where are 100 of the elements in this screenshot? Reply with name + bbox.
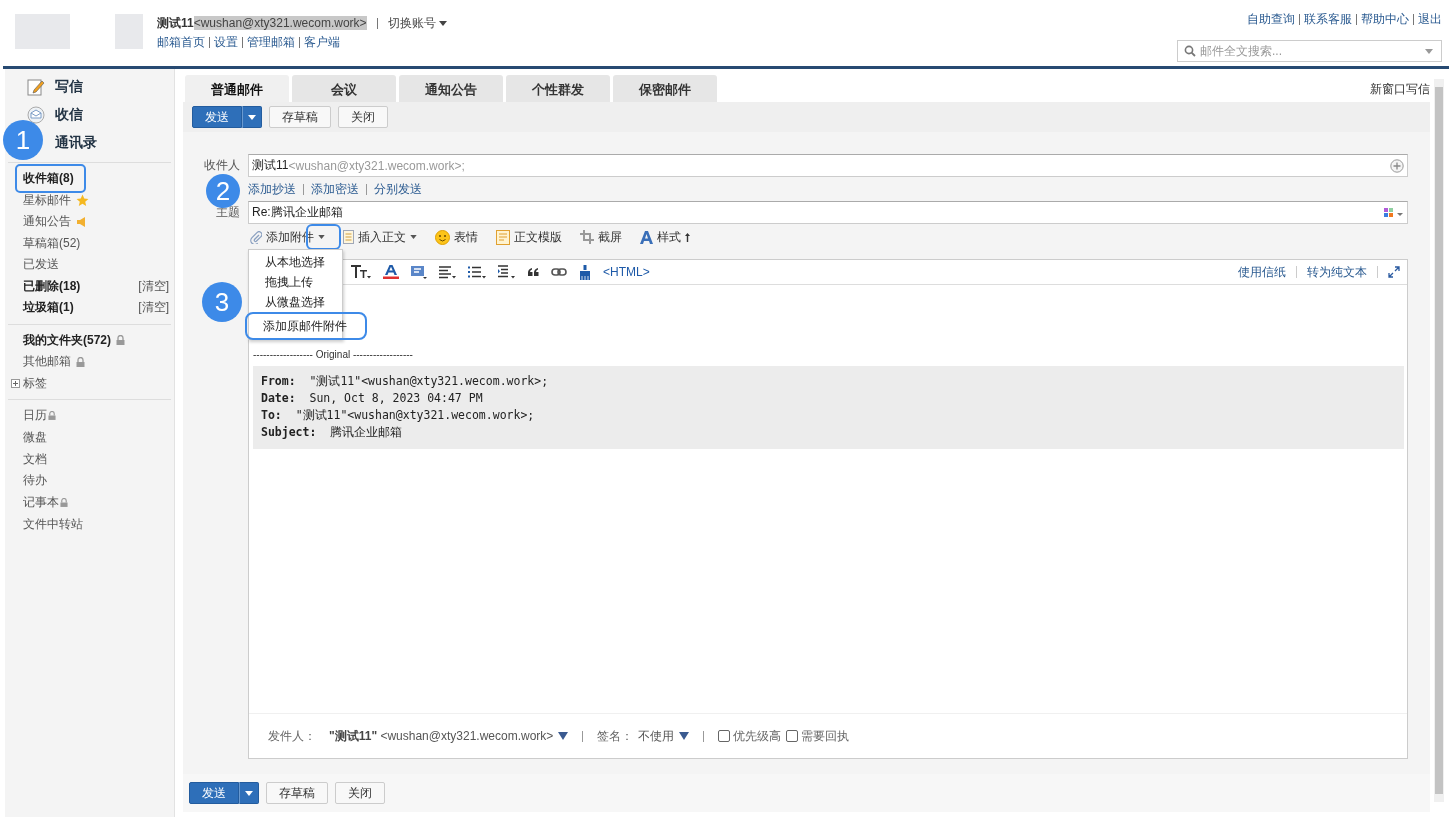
send-button[interactable]: 发送 (189, 782, 239, 804)
lock-icon (76, 356, 85, 367)
quote-icon[interactable] (528, 268, 539, 276)
folder-item[interactable]: 通知公告 (23, 213, 71, 231)
app-item[interactable]: 日历 (23, 407, 47, 425)
sidebar-action[interactable]: 通讯录 (55, 134, 97, 152)
arrow-up-icon (685, 232, 690, 242)
save-draft-button[interactable]: 存草稿 (269, 106, 331, 128)
nav-link[interactable]: 设置 (214, 34, 238, 51)
color-grid-icon[interactable] (1384, 207, 1404, 218)
paperclip-icon (250, 230, 262, 244)
tab[interactable]: 通知公告 (399, 75, 503, 102)
quoted-line: To: "测试11"<wushan@xty321.wecom.work>; (261, 407, 536, 424)
folder-item[interactable]: 已发送 (23, 256, 59, 274)
lock-icon (48, 411, 56, 421)
html-toggle[interactable]: <HTML> (603, 265, 650, 279)
highlight-icon[interactable] (411, 265, 427, 279)
subject-field[interactable]: Re:腾讯企业邮箱 (248, 201, 1408, 224)
switch-account-link[interactable]: 切换账号 (387, 14, 447, 32)
folder-item[interactable]: 收件箱(8) (23, 170, 74, 188)
editor-link[interactable]: 转为纯文本 (1307, 263, 1367, 281)
scrollbar[interactable] (1434, 79, 1444, 802)
menu-item[interactable]: 从本地选择 (249, 252, 342, 272)
insert-tool[interactable]: 截屏 (580, 228, 622, 246)
sidebar-action[interactable]: 写信 (55, 78, 83, 96)
font-color-icon[interactable] (383, 265, 399, 279)
app-item[interactable]: 文档 (23, 450, 47, 468)
original-divider: ------------------ Original ------------------ (253, 349, 414, 360)
new-window-link[interactable]: 新窗口写信 (1370, 81, 1430, 98)
insert-tool[interactable]: 插入正文 (343, 228, 406, 246)
cc-link[interactable]: 添加抄送 (248, 181, 296, 198)
clear-link[interactable]: [清空] (138, 277, 169, 295)
caret-icon (679, 732, 690, 740)
folder-item[interactable]: 我的文件夹(572) (23, 331, 111, 349)
insert-tool[interactable]: 正文模版 (496, 228, 562, 246)
folder-item[interactable]: 已删除(18) (23, 277, 81, 295)
lock-icon (60, 498, 68, 508)
caret-icon (248, 114, 256, 120)
top-link[interactable]: 帮助中心 (1361, 11, 1409, 28)
expand-icon[interactable] (11, 378, 20, 388)
close-button[interactable]: 关闭 (338, 106, 388, 128)
send-options-button[interactable] (242, 106, 262, 128)
top-link[interactable]: 联系客服 (1304, 11, 1352, 28)
user-email: <wushan@xty321.wecom.work> (193, 16, 367, 30)
bullet-list-icon[interactable] (468, 265, 486, 279)
menu-item[interactable]: 从微盘选择 (249, 292, 342, 312)
tab[interactable]: 会议 (292, 75, 396, 102)
caret-icon (438, 20, 447, 26)
recipient-field[interactable]: 测试11<wushan@xty321.wecom.work>; (248, 154, 1408, 177)
sidebar-action[interactable]: 收信 (55, 106, 83, 124)
tab[interactable]: 保密邮件 (613, 75, 717, 102)
app-item[interactable]: 待办 (23, 472, 47, 490)
cc-link[interactable]: 分别发送 (374, 181, 422, 198)
nav-link[interactable]: 邮箱首页 (157, 34, 205, 51)
text-size-icon[interactable] (351, 265, 371, 279)
nav-link[interactable]: 管理邮箱 (247, 34, 295, 51)
save-draft-button[interactable]: 存草稿 (266, 782, 328, 804)
app-item[interactable]: 记事本 (23, 494, 59, 512)
menu-item[interactable]: 拖拽上传 (249, 272, 342, 292)
search-field[interactable]: 邮件全文搜索... (1177, 40, 1442, 62)
checkbox[interactable] (718, 730, 731, 742)
app-item[interactable]: 文件中转站 (23, 515, 83, 533)
field-label: 收件人 (203, 157, 241, 174)
expand-icon[interactable] (1388, 266, 1400, 278)
insert-tool[interactable]: 表情 (435, 228, 478, 246)
brush-icon[interactable] (579, 264, 591, 280)
tab[interactable]: 普通邮件 (185, 75, 289, 102)
lock-icon (116, 335, 125, 346)
folder-item[interactable]: 垃圾箱(1) (23, 299, 74, 317)
checkbox-label: 优先级高 (733, 727, 782, 745)
quoted-line: Subject: 腾讯企业邮箱 (261, 424, 404, 441)
checkbox[interactable] (786, 730, 799, 742)
app-item[interactable]: 微盘 (23, 429, 47, 447)
sender-select[interactable]: "测试11" <wushan@xty321.wecom.work> (329, 727, 554, 745)
link-icon[interactable] (551, 268, 567, 276)
send-options-button[interactable] (239, 782, 259, 804)
template-icon (496, 229, 510, 245)
folder-item[interactable]: 其他邮箱 (23, 353, 71, 371)
caret-icon[interactable] (318, 235, 325, 239)
cc-link[interactable]: 添加密送 (311, 181, 359, 198)
insert-tool[interactable]: 样式 (640, 228, 690, 246)
top-link[interactable]: 自助查询 (1247, 11, 1295, 28)
signature-select[interactable]: 不使用 (638, 727, 675, 745)
tab[interactable]: 个性群发 (506, 75, 610, 102)
clear-link[interactable]: [清空] (138, 299, 169, 317)
align-icon[interactable] (439, 265, 456, 279)
nav-link[interactable]: 客户端 (304, 34, 340, 51)
sender-label: 发件人： (268, 727, 316, 745)
folder-item[interactable]: 标签 (23, 374, 47, 392)
top-link[interactable]: 退出 (1418, 11, 1442, 28)
caret-icon (245, 790, 253, 796)
folder-item[interactable]: 星标邮件 (23, 191, 71, 209)
smiley-icon (435, 229, 450, 245)
folder-item[interactable]: 草稿箱(52) (23, 234, 81, 252)
editor-link[interactable]: 使用信纸 (1238, 263, 1286, 281)
send-button[interactable]: 发送 (192, 106, 242, 128)
checkbox-label: 需要回执 (801, 727, 850, 745)
close-button[interactable]: 关闭 (335, 782, 385, 804)
indent-list-icon[interactable] (498, 265, 516, 279)
caret-icon[interactable] (410, 235, 417, 239)
